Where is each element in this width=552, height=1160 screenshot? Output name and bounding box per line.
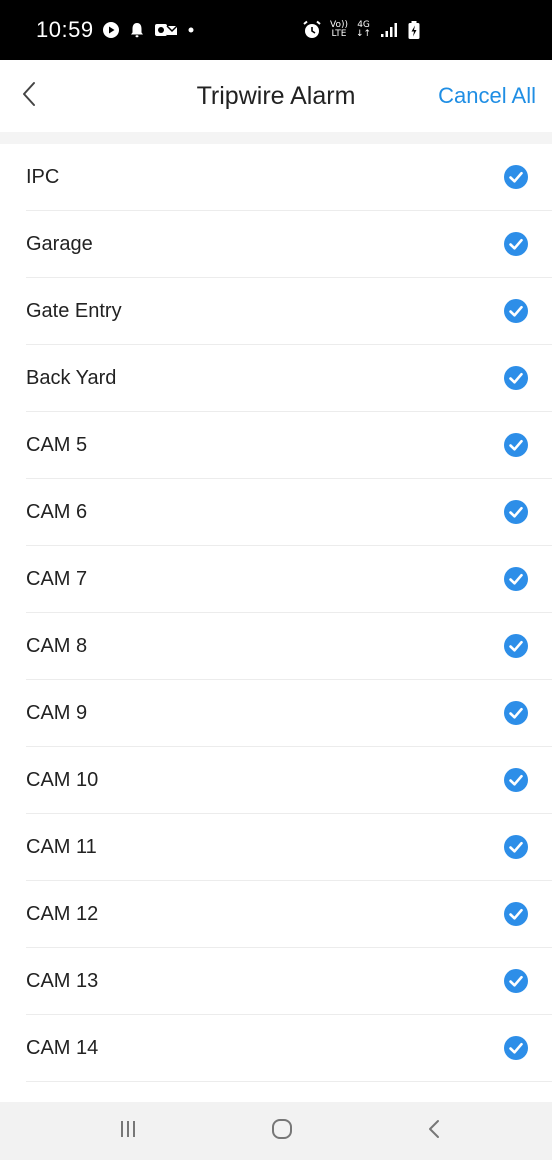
check-circle-icon[interactable] — [504, 366, 528, 390]
volte-indicator: Vo)) LTE — [330, 21, 348, 39]
list-item[interactable]: CAM 5 — [26, 412, 552, 479]
check-circle-icon[interactable] — [504, 567, 528, 591]
check-circle-icon[interactable] — [504, 165, 528, 189]
recents-icon — [118, 1119, 138, 1144]
camera-name-label: CAM 6 — [26, 500, 88, 523]
cancel-all-button[interactable]: Cancel All — [438, 60, 536, 132]
back-button[interactable] — [12, 76, 48, 116]
camera-name-label: CAM 14 — [26, 1036, 99, 1059]
check-circle-icon[interactable] — [504, 299, 528, 323]
notification-bell-icon — [128, 21, 146, 39]
list-item[interactable]: Back Yard — [26, 345, 552, 412]
back-icon — [426, 1118, 442, 1145]
list-item[interactable]: CAM 9 — [26, 680, 552, 747]
check-circle-icon[interactable] — [504, 701, 528, 725]
chevron-left-icon — [20, 80, 40, 113]
battery-charging-icon — [407, 21, 421, 39]
nav-back-button[interactable] — [394, 1102, 474, 1160]
list-item[interactable]: IPC — [26, 144, 552, 211]
home-button[interactable] — [242, 1102, 322, 1160]
camera-name-label: CAM 10 — [26, 768, 99, 791]
camera-name-label: CAM 8 — [26, 634, 88, 657]
list-item[interactable]: CAM 12 — [26, 881, 552, 948]
status-time: 10:59 — [36, 17, 94, 42]
header-separator — [0, 132, 552, 144]
list-item[interactable]: Garage — [26, 211, 552, 278]
signal-bars-icon — [379, 21, 399, 39]
camera-name-label: CAM 12 — [26, 902, 99, 925]
camera-name-label: CAM 9 — [26, 701, 88, 724]
camera-name-label: CAM 5 — [26, 433, 88, 456]
check-circle-icon[interactable] — [504, 768, 528, 792]
check-circle-icon[interactable] — [504, 232, 528, 256]
check-circle-icon[interactable] — [504, 1036, 528, 1060]
status-right: Vo)) LTE 4G ↓↑ — [302, 0, 421, 60]
recents-button[interactable] — [88, 1102, 168, 1160]
check-circle-icon[interactable] — [504, 969, 528, 993]
camera-list: IPC Garage Gate Entry Back Yard CAM 5 CAM 6 CA… — [0, 144, 552, 1082]
volte-bottom-label: LTE — [331, 29, 347, 39]
network-indicator: 4G ↓↑ — [356, 21, 371, 39]
camera-name-label: Gate Entry — [26, 299, 122, 322]
camera-name-label: CAM 11 — [26, 835, 97, 858]
list-item[interactable]: CAM 11 — [26, 814, 552, 881]
list-item[interactable]: CAM 8 — [26, 613, 552, 680]
camera-name-label: Garage — [26, 232, 93, 255]
list-item[interactable]: CAM 10 — [26, 747, 552, 814]
record-icon — [102, 21, 120, 39]
app-header: Tripwire Alarm Cancel All — [0, 60, 552, 132]
status-left: 10:59 — [36, 0, 196, 60]
check-circle-icon[interactable] — [504, 500, 528, 524]
status-bar: 10:59 Vo)) LTE 4G ↓↑ — [0, 0, 552, 60]
list-item[interactable]: CAM 14 — [26, 1015, 552, 1082]
check-circle-icon[interactable] — [504, 902, 528, 926]
dot-icon — [186, 21, 196, 39]
home-icon — [270, 1117, 294, 1146]
list-item[interactable]: CAM 7 — [26, 546, 552, 613]
camera-name-label: IPC — [26, 165, 60, 188]
alarm-clock-icon — [302, 20, 322, 40]
camera-name-label: CAM 7 — [26, 567, 88, 590]
list-item[interactable]: CAM 6 — [26, 479, 552, 546]
list-item[interactable]: Gate Entry — [26, 278, 552, 345]
check-circle-icon[interactable] — [504, 433, 528, 457]
system-nav-bar — [0, 1102, 552, 1160]
check-circle-icon[interactable] — [504, 835, 528, 859]
list-item[interactable]: CAM 13 — [26, 948, 552, 1015]
camera-name-label: CAM 13 — [26, 969, 99, 992]
check-circle-icon[interactable] — [504, 634, 528, 658]
camera-name-label: Back Yard — [26, 366, 117, 389]
network-activity-label: ↓↑ — [356, 29, 372, 39]
mail-app-icon — [154, 21, 178, 39]
